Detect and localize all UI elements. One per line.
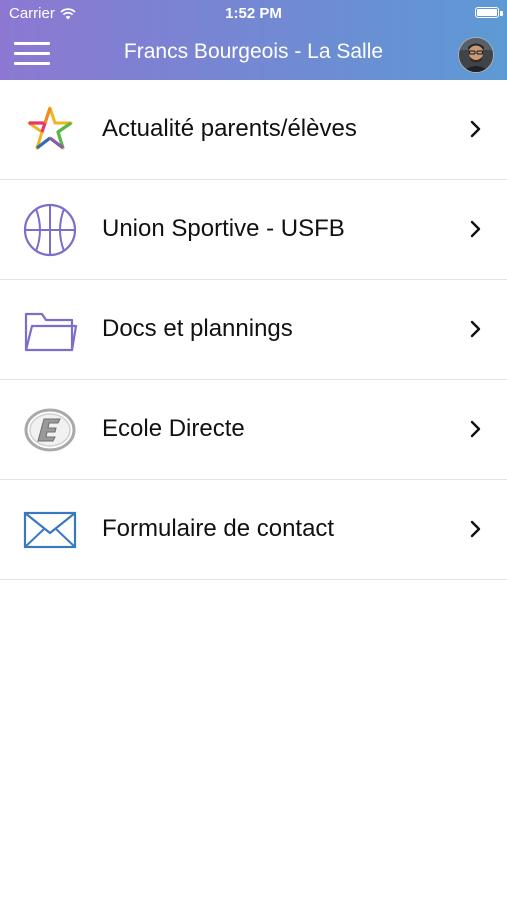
basketball-icon [22,202,78,258]
chevron-right-icon [469,120,483,138]
chevron-right-icon [469,220,483,238]
chevron-right-icon [469,420,483,438]
menu-item-label: Ecole Directe [102,415,245,442]
menu-item-contact[interactable]: Formulaire de contact [0,480,507,580]
menu-item-actualite[interactable]: Actualité parents/élèves [0,80,507,180]
avatar-photo [459,38,493,72]
menu-item-label: Docs et plannings [102,315,293,342]
clock: 1:52 PM [225,5,282,22]
hamburger-menu-icon[interactable] [14,40,50,66]
status-bar: Carrier 1:52 PM [0,0,507,28]
user-avatar[interactable] [458,37,494,73]
menu-item-label: Formulaire de contact [102,515,335,542]
menu-list: Actualité parents/élèves Union Sportive … [0,80,507,580]
menu-item-docs-plannings[interactable]: Docs et plannings [0,280,507,380]
battery-icon [475,7,499,18]
menu-item-ecole-directe[interactable]: Ecole Directe [0,380,507,480]
chevron-right-icon [469,520,483,538]
menu-item-label: Union Sportive - USFB [102,215,345,242]
battery-level [477,9,497,16]
page-title: Francs Bourgeois - La Salle [123,40,384,63]
chevron-right-icon [469,320,483,338]
nav-bar: Francs Bourgeois - La Salle [0,28,507,80]
battery-tip [500,11,503,16]
folder-icon [22,302,78,358]
envelope-icon [22,502,78,558]
menu-item-union-sportive[interactable]: Union Sportive - USFB [0,180,507,280]
header: Carrier 1:52 PM Francs Bourgeois - La Sa… [0,0,507,80]
star-icon [22,102,78,158]
ecole-directe-logo-icon [22,402,78,458]
app-screen: Carrier 1:52 PM Francs Bourgeois - La Sa… [0,0,507,900]
menu-item-label: Actualité parents/élèves [102,115,357,142]
